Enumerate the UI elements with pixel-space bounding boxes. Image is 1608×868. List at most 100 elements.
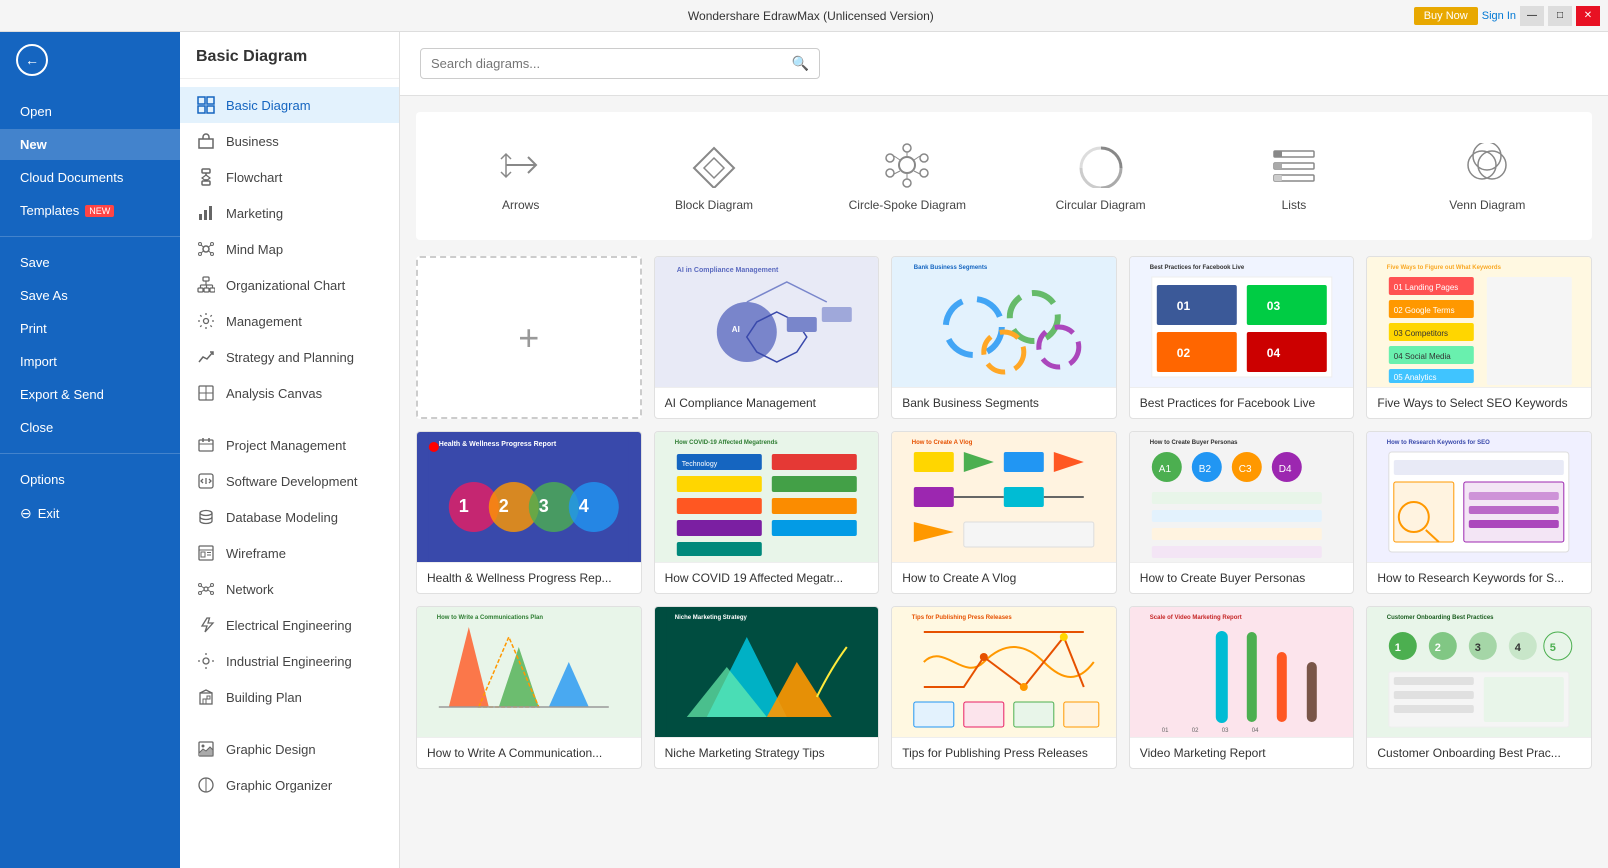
category-item-strategy[interactable]: Strategy and Planning: [180, 339, 399, 375]
template-communications[interactable]: How to Write a Communications Plan How t…: [416, 606, 642, 769]
category-item-electrical[interactable]: Electrical Engineering: [180, 607, 399, 643]
search-input[interactable]: [431, 56, 792, 71]
svg-text:How COVID-19 Affected Megatren: How COVID-19 Affected Megatrends: [674, 440, 777, 446]
category-item-management[interactable]: Management: [180, 303, 399, 339]
shape-block[interactable]: Block Diagram: [621, 124, 806, 228]
close-button[interactable]: ✕: [1576, 6, 1600, 26]
organizer-icon: [196, 775, 216, 795]
wireframe-icon: [196, 543, 216, 563]
template-vlog[interactable]: How to Create A Vlog: [891, 431, 1117, 594]
template-bank-business[interactable]: Bank Business Segments Bank Business Seg…: [891, 256, 1117, 419]
template-video-marketing[interactable]: Scale of Video Marketing Report 01 02 03…: [1129, 606, 1355, 769]
template-seo-keywords[interactable]: Five Ways to Figure out What Keywords 01…: [1366, 256, 1592, 419]
electrical-icon: [196, 615, 216, 635]
strategy-icon: [196, 347, 216, 367]
search-box[interactable]: 🔍: [420, 48, 820, 79]
sidebar-item-cloud[interactable]: Cloud Documents: [0, 162, 180, 193]
category-label-project: Project Management: [226, 438, 346, 453]
category-item-database[interactable]: Database Modeling: [180, 499, 399, 535]
shapes-row: Arrows Block Diagram Circle-Spoke Diagra…: [416, 112, 1592, 240]
category-item-network[interactable]: Network: [180, 571, 399, 607]
sidebar-item-templates[interactable]: Templates NEW: [0, 195, 180, 226]
shape-lists[interactable]: Lists: [1201, 124, 1386, 228]
svg-text:3: 3: [1475, 642, 1481, 654]
category-item-flowchart[interactable]: Flowchart: [180, 159, 399, 195]
category-item-analysis[interactable]: Analysis Canvas: [180, 375, 399, 411]
seo-keywords-label: Five Ways to Select SEO Keywords: [1367, 387, 1591, 418]
category-label-industrial: Industrial Engineering: [226, 654, 352, 669]
template-ai-compliance[interactable]: AI in Compliance Management AI AI Compli…: [654, 256, 880, 419]
svg-text:04: 04: [1252, 728, 1259, 734]
shape-circular[interactable]: Circular Diagram: [1008, 124, 1193, 228]
customer-onboarding-label: Customer Onboarding Best Prac...: [1367, 737, 1591, 768]
sidebar-top: ←: [0, 32, 180, 88]
sidebar-item-print[interactable]: Print: [0, 313, 180, 344]
category-item-graphic[interactable]: Graphic Design: [180, 731, 399, 767]
category-item-building[interactable]: Building Plan: [180, 679, 399, 715]
ai-compliance-label: AI Compliance Management: [655, 387, 879, 418]
main-layout: ← Open New Cloud Documents Templates NEW…: [0, 32, 1608, 868]
new-template-button[interactable]: +: [416, 256, 642, 419]
maximize-button[interactable]: □: [1548, 6, 1572, 26]
template-niche-marketing[interactable]: Niche Marketing Strategy Niche Marketing…: [654, 606, 880, 769]
buy-now-button[interactable]: Buy Now: [1414, 7, 1478, 25]
category-label-management: Management: [226, 314, 302, 329]
category-label-analysis: Analysis Canvas: [226, 386, 322, 401]
sidebar-item-export[interactable]: Export & Send: [0, 379, 180, 410]
sidebar-item-import[interactable]: Import: [0, 346, 180, 377]
category-item-orgchart[interactable]: Organizational Chart: [180, 267, 399, 303]
template-buyer-personas[interactable]: How to Create Buyer Personas A1 B2 C3 D4: [1129, 431, 1355, 594]
category-item-business[interactable]: Business: [180, 123, 399, 159]
svg-text:Five Ways to Figure out What K: Five Ways to Figure out What Keywords: [1387, 265, 1502, 271]
sidebar-item-new[interactable]: New: [0, 129, 180, 160]
svg-text:C3: C3: [1239, 464, 1252, 475]
template-research-keywords[interactable]: How to Research Keywords for SEO: [1366, 431, 1592, 594]
category-item-marketing[interactable]: Marketing: [180, 195, 399, 231]
business-icon: [196, 131, 216, 151]
circle-spoke-icon: [877, 140, 937, 190]
svg-text:Customer Onboarding Best Pract: Customer Onboarding Best Practices: [1387, 615, 1494, 621]
template-customer-onboarding[interactable]: Customer Onboarding Best Practices 1 2 3…: [1366, 606, 1592, 769]
plus-icon: +: [518, 317, 539, 359]
svg-text:01 Landing Pages: 01 Landing Pages: [1394, 283, 1459, 292]
shape-circle-spoke[interactable]: Circle-Spoke Diagram: [815, 124, 1000, 228]
category-list: Basic Diagram Business Flowchart: [180, 79, 399, 811]
template-grid: + AI in Compliance Management AI: [416, 256, 1592, 769]
category-label-strategy: Strategy and Planning: [226, 350, 354, 365]
sidebar-item-save[interactable]: Save: [0, 247, 180, 278]
category-label-wireframe: Wireframe: [226, 546, 286, 561]
bank-business-label: Bank Business Segments: [892, 387, 1116, 418]
sidebar: ← Open New Cloud Documents Templates NEW…: [0, 32, 180, 868]
svg-text:03: 03: [1267, 299, 1281, 313]
mindmap-icon: [196, 239, 216, 259]
sidebar-item-exit[interactable]: ⊖ Exit: [0, 497, 180, 530]
back-button[interactable]: ←: [16, 44, 164, 76]
template-press-releases[interactable]: Tips for Publishing Press Releases: [891, 606, 1117, 769]
category-item-project[interactable]: Project Management: [180, 427, 399, 463]
circular-icon: [1071, 140, 1131, 190]
category-item-software[interactable]: Software Development: [180, 463, 399, 499]
category-item-basic[interactable]: Basic Diagram: [180, 87, 399, 123]
category-label-basic: Basic Diagram: [226, 98, 311, 113]
category-item-industrial[interactable]: Industrial Engineering: [180, 643, 399, 679]
sidebar-item-open[interactable]: Open: [0, 96, 180, 127]
shape-venn[interactable]: Venn Diagram: [1395, 124, 1580, 228]
template-health-wellness[interactable]: Health & Wellness Progress Report 1 2 3 …: [416, 431, 642, 594]
sidebar-item-saveas[interactable]: Save As: [0, 280, 180, 311]
flowchart-icon: [196, 167, 216, 187]
category-item-wireframe[interactable]: Wireframe: [180, 535, 399, 571]
category-label-orgchart: Organizational Chart: [226, 278, 345, 293]
sign-in-button[interactable]: Sign In: [1482, 10, 1516, 22]
shape-arrows[interactable]: Arrows: [428, 124, 613, 228]
template-covid[interactable]: How COVID-19 Affected Megatrends Technol…: [654, 431, 880, 594]
category-item-mindmap[interactable]: Mind Map: [180, 231, 399, 267]
category-label-organizer: Graphic Organizer: [226, 778, 332, 793]
minimize-button[interactable]: —: [1520, 6, 1544, 26]
sidebar-item-close[interactable]: Close: [0, 412, 180, 443]
category-label-mindmap: Mind Map: [226, 242, 283, 257]
template-facebook-live[interactable]: Best Practices for Facebook Live 01 02 0…: [1129, 256, 1355, 419]
category-item-organizer[interactable]: Graphic Organizer: [180, 767, 399, 803]
svg-text:AI in Compliance Management: AI in Compliance Management: [676, 267, 778, 274]
sidebar-item-options[interactable]: Options: [0, 464, 180, 495]
category-label-electrical: Electrical Engineering: [226, 618, 352, 633]
